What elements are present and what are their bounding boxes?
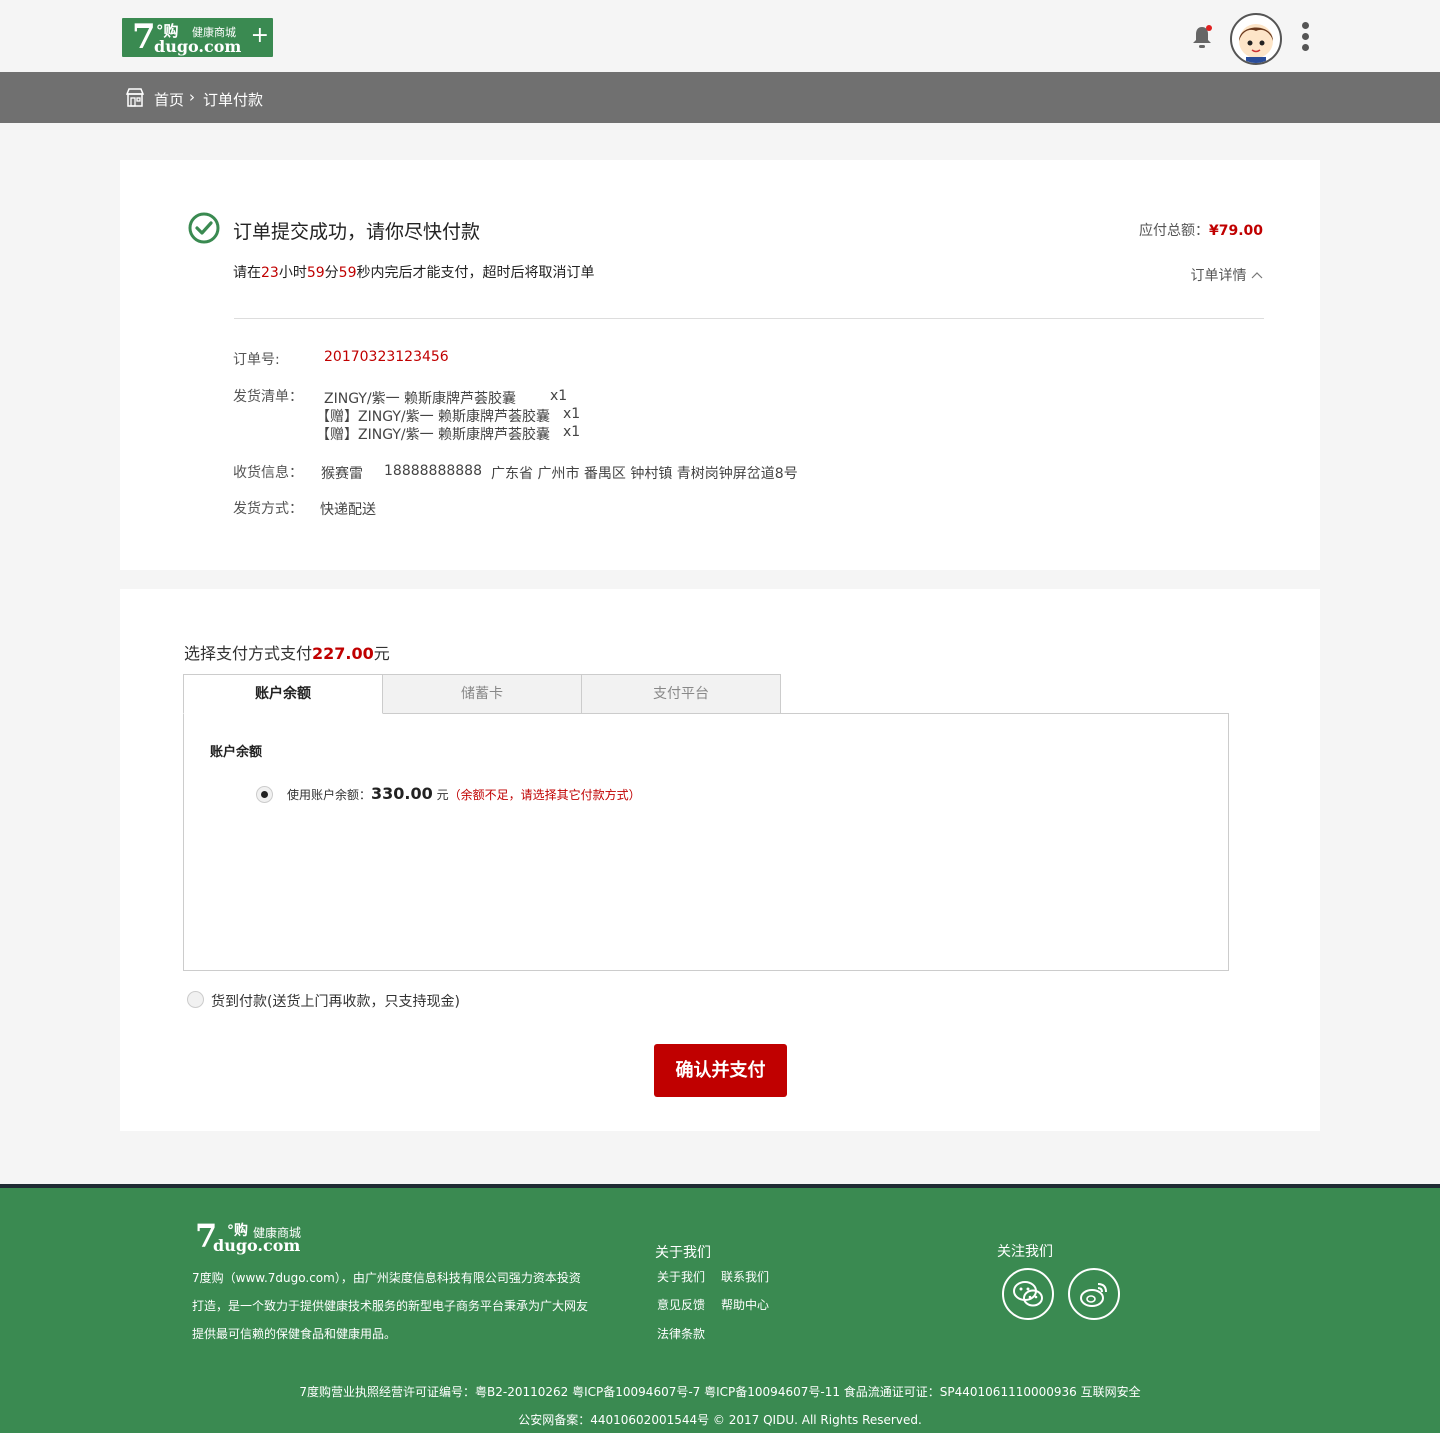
top-header: 7 °购 dugo.com 健康商城 +: [0, 0, 1440, 72]
logo-tagline: 健康商城: [192, 26, 236, 39]
logo-seven: 7: [132, 17, 156, 57]
item-name: 【赠】ZINGY/紫一 赖斯康牌芦荟胶囊: [316, 409, 551, 425]
balance-label: 使用账户余额：: [287, 788, 372, 802]
site-logo[interactable]: 7 °购 dugo.com 健康商城 +: [122, 18, 273, 57]
payment-title: 选择支付方式支付227.00元: [184, 640, 390, 664]
receiver-label: 收货信息：: [233, 465, 303, 481]
footer-copyright: 公安网备案：44010602001544号 © 2017 QIDU. All R…: [518, 1413, 922, 1427]
tab-debit-card[interactable]: 储蓄卡: [382, 674, 582, 714]
countdown-suffix: 秒内完后才能支付，超时后将取消订单: [356, 265, 595, 281]
countdown-minutes-unit: 分: [324, 265, 339, 281]
items-label: 发货清单：: [233, 389, 303, 405]
footer-follow-title: 关注我们: [997, 1244, 1053, 1260]
shipping-label: 发货方式：: [233, 501, 303, 517]
balance-tab-panel: 账户余额 使用账户余额：330.00 元（余额不足，请选择其它付款方式）: [183, 713, 1229, 971]
order-detail-toggle[interactable]: 订单详情: [1191, 265, 1263, 285]
order-no-value: 20170323123456: [324, 349, 449, 365]
item-qty: x1: [563, 424, 581, 440]
payment-card: 选择支付方式支付227.00元 账户余额 储蓄卡 支付平台 账户余额 使用账户余…: [120, 589, 1320, 1131]
footer-link-contact[interactable]: 联系我们: [721, 1268, 769, 1285]
payment-title-prefix: 选择支付方式支付: [184, 644, 313, 663]
item-name: 【赠】ZINGY/紫一 赖斯康牌芦荟胶囊: [316, 427, 551, 443]
store-home-icon[interactable]: [124, 86, 146, 108]
balance-unit: 元: [436, 788, 449, 802]
receiver-address: 广东省 广州市 番禺区 钟村镇 青树岗钟屏岔道8号: [491, 466, 798, 482]
section-divider: [234, 318, 1264, 319]
success-title: 订单提交成功，请你尽快付款: [233, 221, 481, 243]
footer-license: 7度购营业执照经营许可证编号：粤B2-20110262 粤ICP备1009460…: [299, 1385, 1141, 1399]
footer-link-help[interactable]: 帮助中心: [721, 1296, 769, 1313]
balance-value: 330.00: [371, 784, 433, 803]
footer-link-about[interactable]: 关于我们: [657, 1268, 705, 1285]
tab-account-balance[interactable]: 账户余额: [183, 674, 383, 714]
logo-plus: +: [250, 23, 269, 48]
footer-description: 7度购（www.7dugo.com），由广州柒度信息科技有限公司强力资本投资打造…: [192, 1271, 589, 1341]
countdown-prefix: 请在: [233, 265, 261, 281]
countdown-hours-unit: 小时: [278, 265, 307, 281]
payment-countdown: 请在23小时59分59秒内完后才能支付，超时后将取消订单: [233, 262, 594, 282]
cod-label[interactable]: 货到付款(送货上门再收款，只支持现金): [211, 991, 460, 1011]
breadcrumb-separator: ›: [189, 88, 195, 106]
total-label: 应付总额：: [1138, 223, 1209, 239]
payment-amount: 227.00: [312, 644, 374, 663]
use-balance-radio[interactable]: [256, 786, 273, 803]
chevron-up-icon: [1251, 272, 1263, 279]
total-amount: ¥79.00: [1208, 223, 1263, 239]
weibo-icon[interactable]: [1068, 1268, 1120, 1320]
detail-link-label: 订单详情: [1190, 268, 1247, 284]
item-qty: x1: [563, 406, 581, 422]
footer-about-title: 关于我们: [655, 1245, 711, 1261]
countdown-hours: 23: [261, 265, 279, 281]
footer-link-legal[interactable]: 法律条款: [657, 1325, 705, 1342]
payment-title-suffix: 元: [373, 644, 390, 663]
balance-line: 使用账户余额：330.00 元（余额不足，请选择其它付款方式）: [287, 784, 641, 803]
site-footer: 7 °购 dugo.com 健康商城 7度购（www.7dugo.com），由广…: [0, 1184, 1440, 1433]
receiver-name: 猴赛雷: [321, 466, 363, 482]
countdown-seconds: 59: [338, 265, 357, 281]
cod-radio[interactable]: [187, 991, 204, 1008]
breadcrumb-current: 订单付款: [203, 91, 264, 109]
breadcrumb-home[interactable]: 首页: [154, 89, 184, 110]
wechat-icon[interactable]: [1002, 1268, 1054, 1320]
receiver-phone: 18888888888: [384, 463, 482, 479]
footer-logo-tagline: 健康商城: [253, 1226, 302, 1240]
order-no-label: 订单号:: [233, 352, 280, 368]
footer-logo[interactable]: 7 °购 dugo.com 健康商城: [193, 1218, 313, 1258]
tab-payment-platform[interactable]: 支付平台: [581, 674, 781, 714]
countdown-minutes: 59: [306, 265, 325, 281]
kebab-menu-icon[interactable]: [1296, 22, 1314, 52]
avatar[interactable]: [1230, 13, 1282, 65]
avatar-face-icon: [1239, 24, 1273, 63]
shipping-method: 快递配送: [320, 502, 376, 518]
success-check-icon: [188, 212, 220, 244]
breadcrumb: 首页 › 订单付款: [0, 72, 1440, 123]
balance-warning: （余额不足，请选择其它付款方式）: [448, 788, 641, 802]
item-name: ZINGY/紫一 赖斯康牌芦荟胶囊: [324, 391, 517, 407]
bell-icon[interactable]: [1190, 24, 1214, 50]
order-summary-card: 订单提交成功，请你尽快付款 请在23小时59分59秒内完后才能支付，超时后将取消…: [120, 160, 1320, 570]
footer-link-feedback[interactable]: 意见反馈: [657, 1296, 705, 1313]
confirm-pay-button[interactable]: 确认并支付: [654, 1044, 787, 1097]
panel-title: 账户余额: [210, 745, 263, 760]
item-qty: x1: [550, 388, 568, 404]
order-total: 应付总额：¥79.00: [1139, 220, 1263, 240]
